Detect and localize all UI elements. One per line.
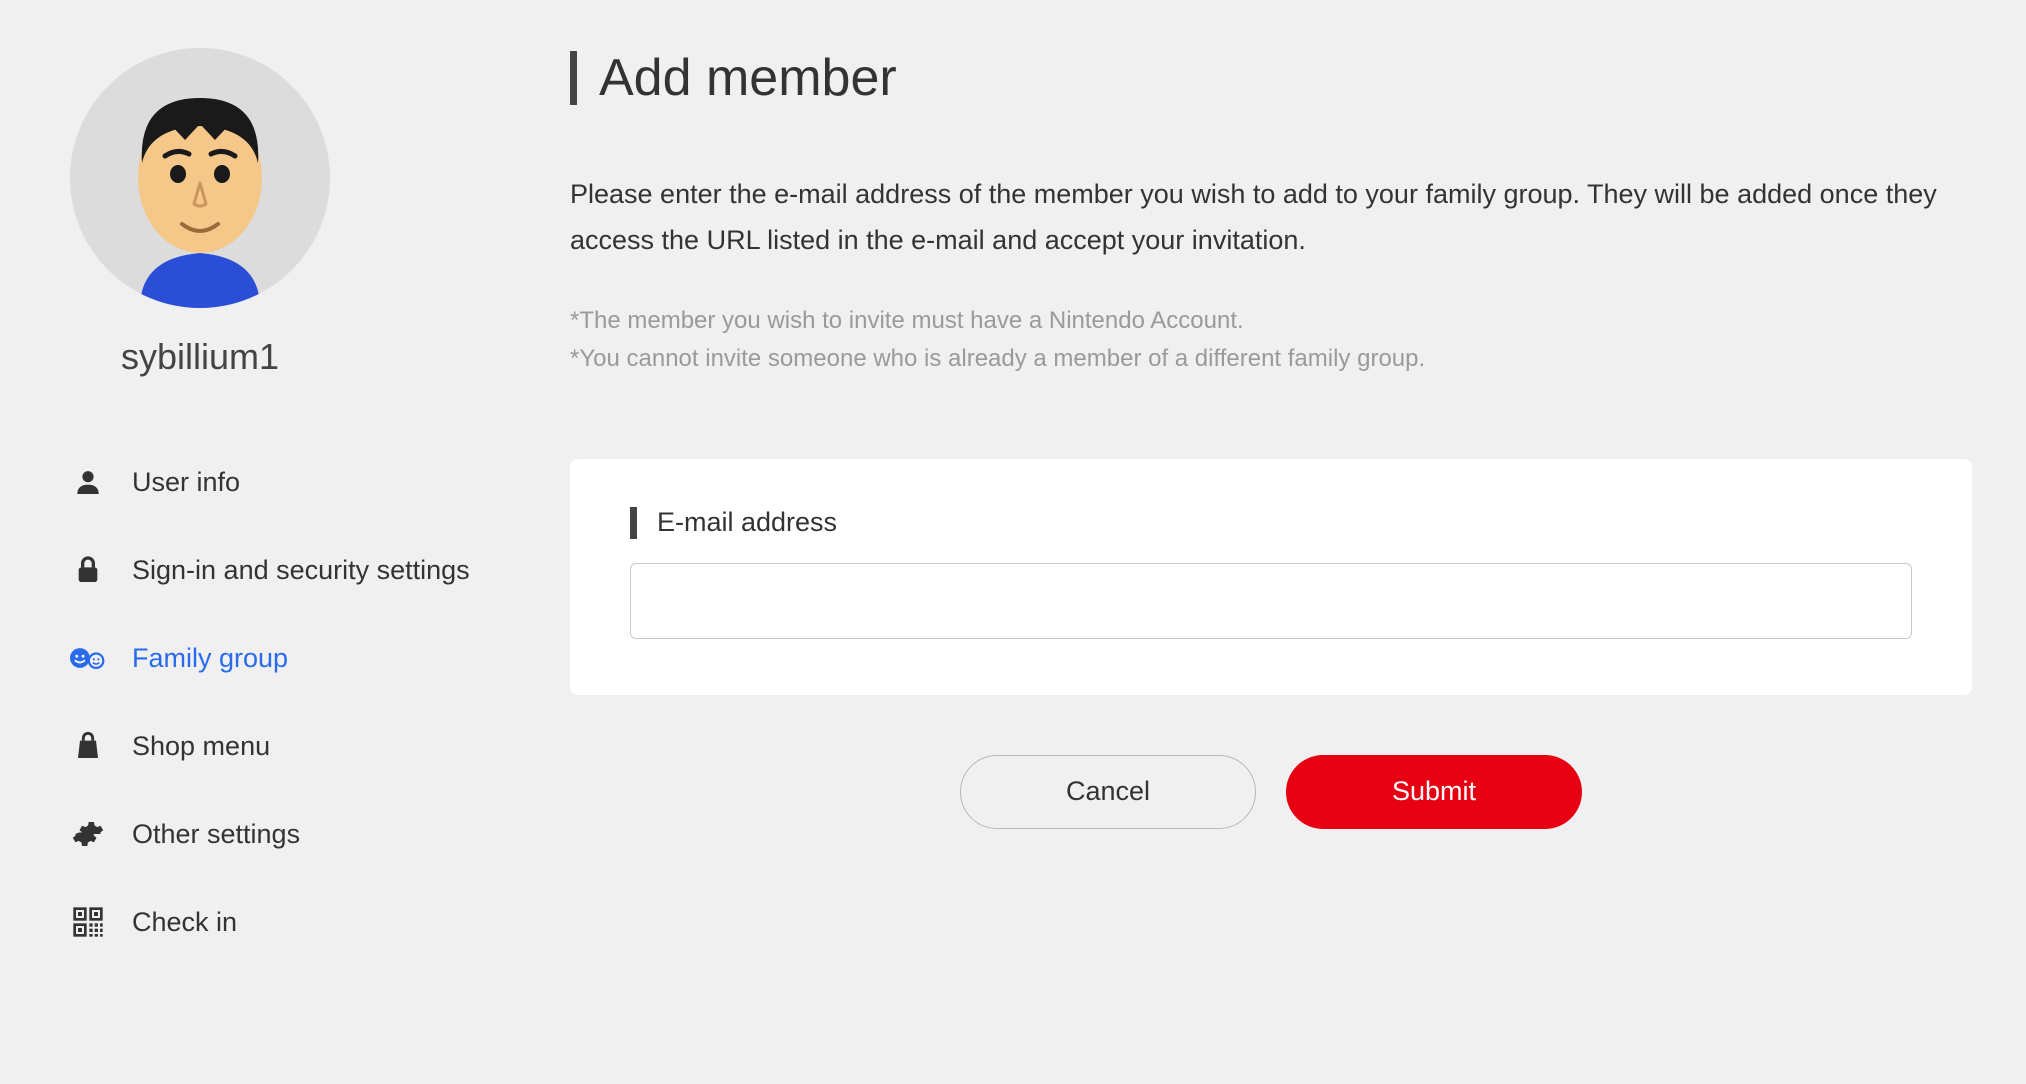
title-accent-bar bbox=[570, 51, 577, 105]
sidebar-item-label: User info bbox=[132, 467, 240, 498]
cancel-button[interactable]: Cancel bbox=[960, 755, 1256, 829]
sidebar-item-label: Sign-in and security settings bbox=[132, 555, 470, 586]
sidebar-item-label: Other settings bbox=[132, 819, 300, 850]
email-label: E-mail address bbox=[657, 507, 837, 538]
sidebar-item-label: Check in bbox=[132, 907, 237, 938]
sidebar-item-user-info[interactable]: User info bbox=[70, 438, 550, 526]
username: sybillium1 bbox=[70, 336, 330, 378]
sidebar-item-check-in[interactable]: Check in bbox=[70, 878, 550, 966]
lock-icon bbox=[70, 552, 106, 588]
sidebar-item-other-settings[interactable]: Other settings bbox=[70, 790, 550, 878]
field-accent-bar bbox=[630, 507, 637, 539]
note-text: *You cannot invite someone who is alread… bbox=[570, 340, 1972, 378]
qr-icon bbox=[70, 904, 106, 940]
avatar[interactable] bbox=[70, 48, 550, 308]
sidebar-item-shop-menu[interactable]: Shop menu bbox=[70, 702, 550, 790]
page-title: Add member bbox=[599, 48, 897, 108]
user-icon bbox=[70, 464, 106, 500]
sidebar-item-label: Family group bbox=[132, 643, 288, 674]
sidebar-item-security[interactable]: Sign-in and security settings bbox=[70, 526, 550, 614]
gear-icon bbox=[70, 816, 106, 852]
email-input[interactable] bbox=[630, 563, 1912, 639]
description-text: Please enter the e-mail address of the m… bbox=[570, 172, 1972, 264]
email-form-card: E-mail address bbox=[570, 459, 1972, 695]
submit-button[interactable]: Submit bbox=[1286, 755, 1582, 829]
note-text: *The member you wish to invite must have… bbox=[570, 302, 1972, 340]
family-icon bbox=[70, 640, 106, 676]
shop-icon bbox=[70, 728, 106, 764]
sidebar-item-family-group[interactable]: Family group bbox=[70, 614, 550, 702]
sidebar-item-label: Shop menu bbox=[132, 731, 270, 762]
